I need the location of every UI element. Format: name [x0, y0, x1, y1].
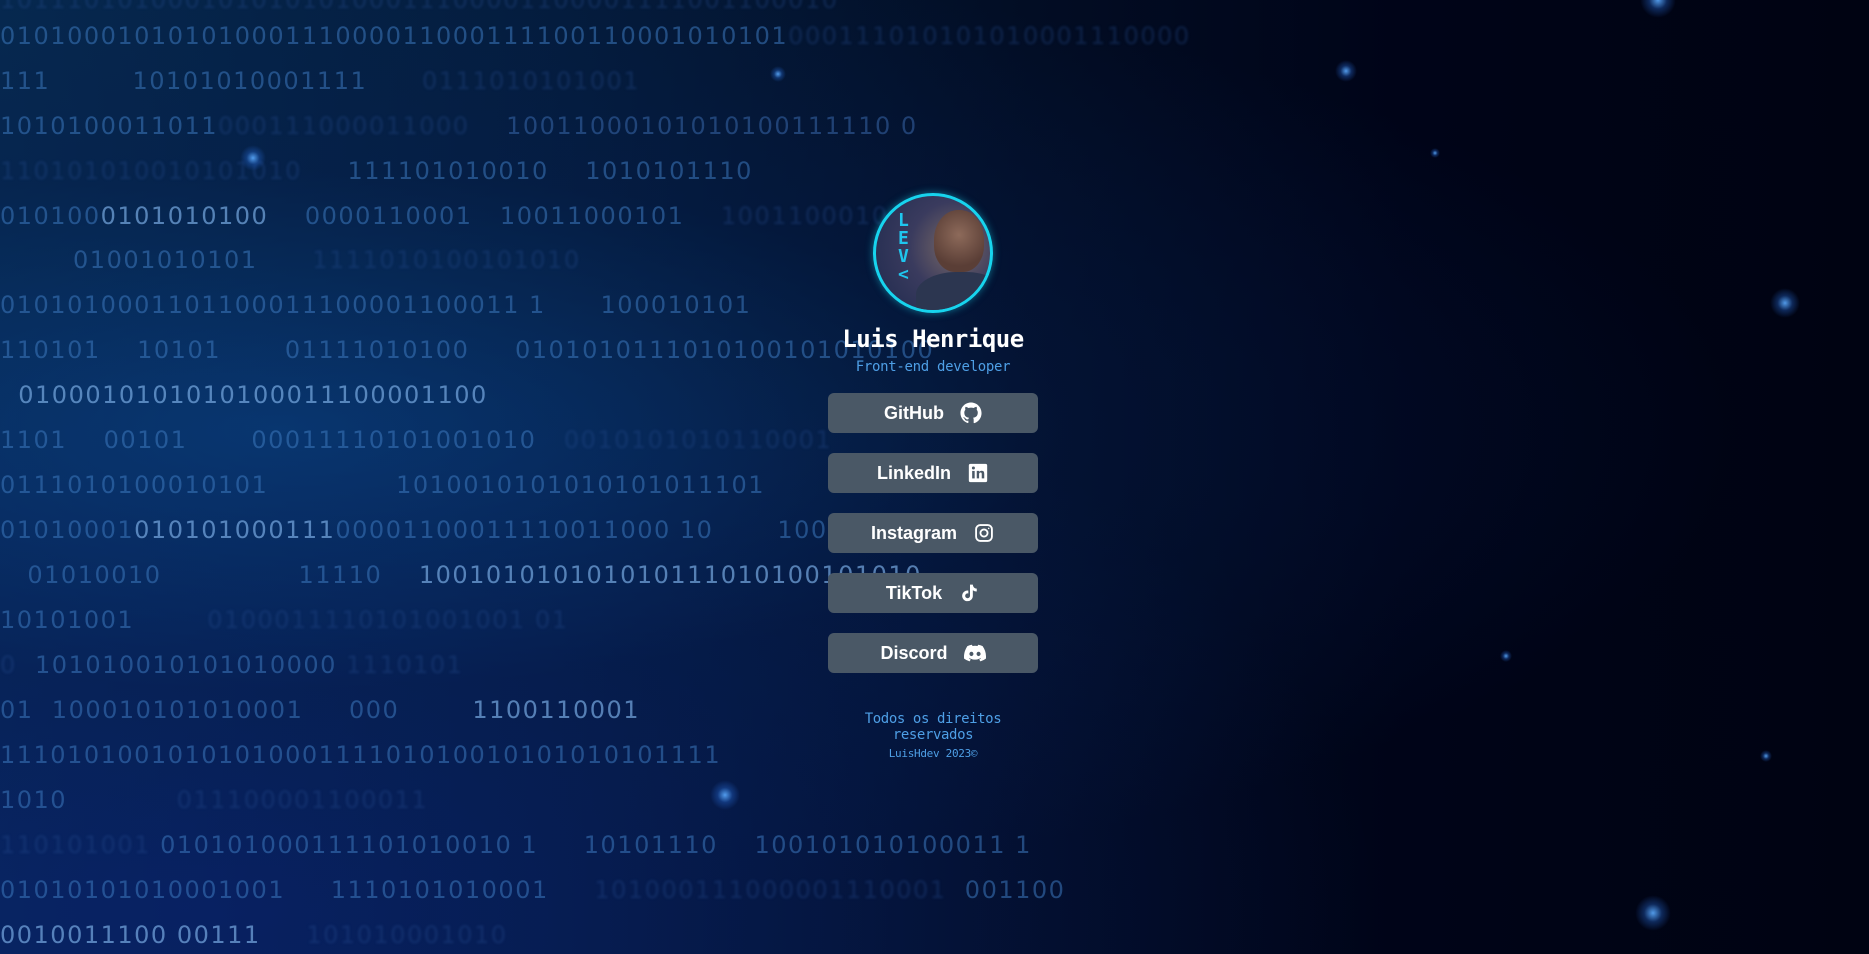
linkedin-icon: [967, 462, 989, 484]
binary-row: 1110101001010101000111101010010101010101…: [0, 741, 722, 769]
light-particle: [1770, 288, 1800, 318]
linkedin-link-label: LinkedIn: [876, 462, 951, 483]
github-link-label: GitHub: [884, 402, 944, 423]
light-particle: [1635, 895, 1671, 931]
tiktok-icon: [958, 582, 980, 604]
binary-row: 0100010101010100011100001100: [18, 381, 488, 409]
discord-link-button[interactable]: Discord: [828, 633, 1038, 673]
binary-row: 1010100011011000111000011000 10011000101…: [0, 112, 918, 140]
light-particle: [1760, 750, 1772, 762]
footer: Todos os direitos reservados LuisHdev 20…: [828, 711, 1038, 760]
instagram-link-button[interactable]: Instagram: [828, 513, 1038, 553]
instagram-icon: [973, 522, 995, 544]
light-particle: [1335, 60, 1357, 82]
github-icon: [960, 402, 982, 424]
avatar: L E V <: [873, 193, 993, 313]
binary-row: 0010011100 00111 101010001010: [0, 921, 508, 949]
binary-row: 01 100010101010001 000 1100110001: [0, 696, 641, 724]
footer-copyright-text: LuisHdev 2023©: [888, 747, 978, 760]
binary-row: 0101010001101100011100001100011 1 100010…: [0, 291, 752, 319]
binary-row: 110101001 010101000111101010010 1 101011…: [0, 831, 1032, 859]
light-particle: [710, 780, 740, 810]
binary-row: 01010101010001001 1110101010001 10100011…: [0, 876, 1066, 904]
light-particle: [1640, 0, 1676, 18]
binary-row: 0111010100010101 1010010101010101011101: [0, 471, 766, 499]
discord-link-label: Discord: [880, 642, 948, 663]
binary-row: 110101 10101 01111010100 010101011101010…: [0, 336, 935, 364]
binary-row: 10101001 0100011110101001001 01: [0, 606, 569, 634]
profile-name: Luis Henrique: [842, 325, 1024, 353]
binary-row: 0 101010010101010000 1110101: [0, 651, 464, 679]
binary-row: 01001010101 1111010100101010: [0, 246, 581, 274]
binary-row: 111 10101010001111 0111010101001: [0, 67, 641, 95]
footer-rights-text: Todos os direitos reservados: [864, 711, 1002, 743]
tiktok-link-button[interactable]: TikTok: [828, 573, 1038, 613]
tiktok-link-label: TikTok: [885, 582, 943, 603]
binary-row: 1010 011100001100011: [0, 786, 429, 814]
light-particle: [1500, 650, 1512, 662]
discord-icon: [963, 642, 986, 664]
profile-card: L E V < Luis Henrique Front-end develope…: [828, 193, 1038, 760]
light-particle: [1430, 148, 1440, 158]
binary-row: 110101010010101010 111101010010 10101011…: [0, 157, 753, 185]
binary-row: 0101000101010100 0000110001 10011000101 …: [0, 202, 889, 230]
instagram-link-label: Instagram: [870, 522, 958, 543]
avatar-letter: <: [898, 264, 909, 285]
binary-row: 01010010 11110 1001010101010101110101001…: [0, 561, 922, 589]
avatar-person-shirt: [916, 272, 990, 310]
github-link-button[interactable]: GitHub: [828, 393, 1038, 433]
avatar-logo-letters: L E V <: [898, 212, 909, 284]
binary-row: 1101 00101 00011110101001010 00101010101…: [0, 426, 833, 454]
social-links: GitHub LinkedIn Instagram TikTok Discord: [828, 393, 1038, 673]
light-particle: [770, 66, 786, 82]
binary-row: 1011101010001010101010001110000110000111…: [0, 0, 839, 14]
light-particle: [240, 145, 266, 171]
avatar-person-head: [934, 210, 984, 272]
linkedin-link-button[interactable]: LinkedIn: [828, 453, 1038, 493]
profile-role: Front-end developer: [855, 359, 1011, 375]
binary-row: 0101000101010100011100001100011110011000…: [0, 22, 1191, 50]
